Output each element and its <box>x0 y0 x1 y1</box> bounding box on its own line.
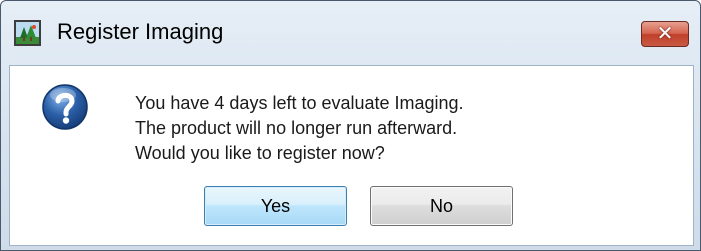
no-button[interactable]: No <box>370 186 513 226</box>
yes-button[interactable]: Yes <box>204 186 347 226</box>
imaging-app-icon-graphic <box>16 22 39 44</box>
question-icon <box>41 83 89 131</box>
message-line: The product will no longer run afterward… <box>135 118 458 138</box>
window-title: Register Imaging <box>57 19 224 44</box>
message-line: Would you like to register now? <box>135 143 385 163</box>
imaging-app-icon <box>14 20 41 46</box>
close-button[interactable]: ✕ <box>641 21 689 47</box>
register-dialog-window: Register Imaging ✕ You have 4 days left … <box>0 0 701 251</box>
dialog-message: You have 4 days left to evaluate Imaging… <box>135 91 464 166</box>
dialog-content: You have 4 days left to evaluate Imaging… <box>9 65 694 246</box>
title-bar[interactable]: Register Imaging ✕ <box>1 1 700 65</box>
close-icon: ✕ <box>656 23 674 45</box>
message-line: You have 4 days left to evaluate Imaging… <box>135 93 464 113</box>
